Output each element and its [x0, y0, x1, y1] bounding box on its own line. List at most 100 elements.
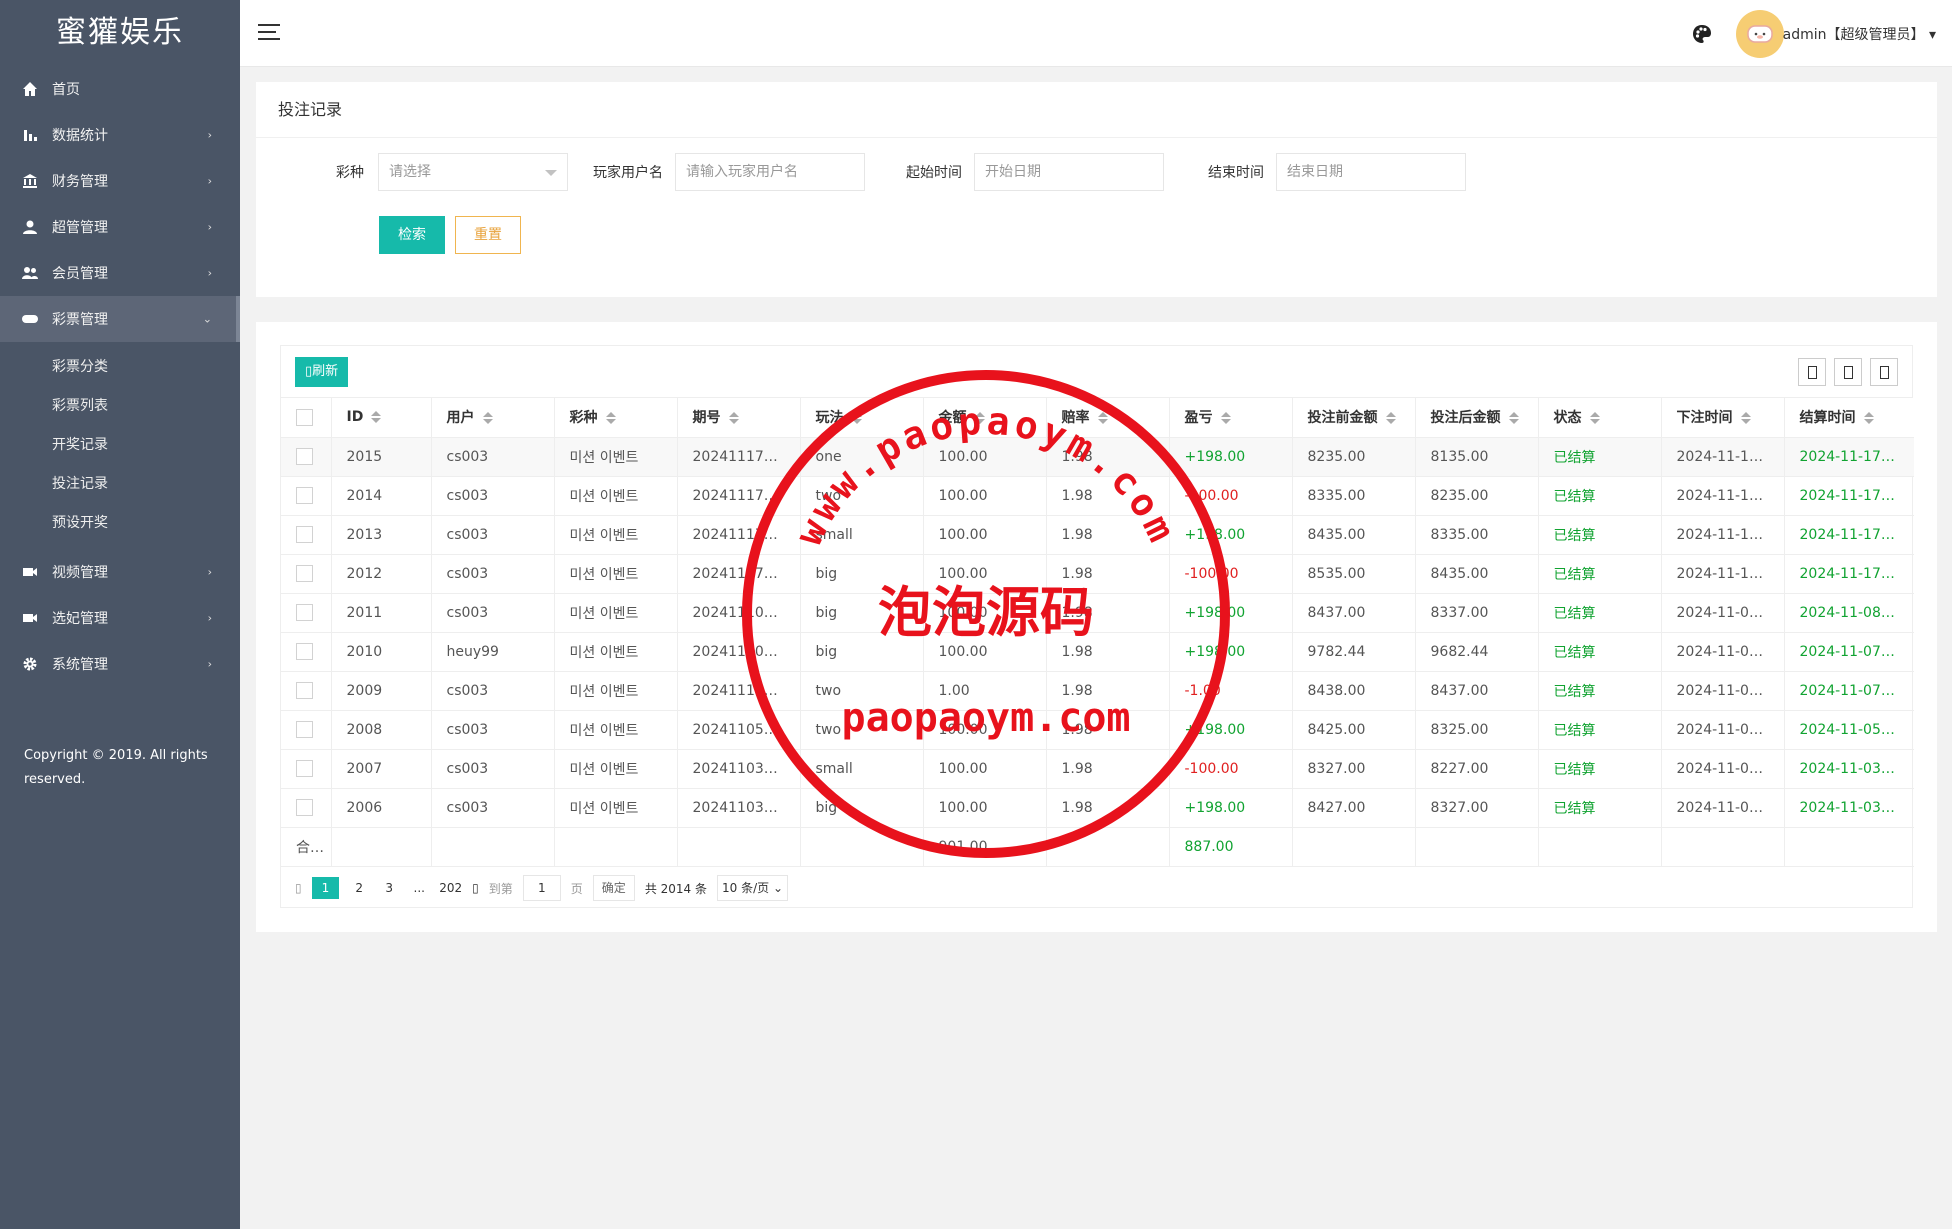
row-checkbox[interactable]: [296, 526, 313, 543]
export-icon[interactable]: [1834, 358, 1862, 386]
sort-icon[interactable]: [605, 412, 616, 425]
reset-button[interactable]: 重置: [455, 216, 521, 254]
username-input[interactable]: 请输入玩家用户名: [675, 153, 865, 191]
avatar[interactable]: [1736, 10, 1784, 58]
row-checkbox[interactable]: [296, 565, 313, 582]
cell-after: 8227.00: [1415, 749, 1539, 789]
chevron-right-icon: ›: [207, 657, 212, 671]
col-header-status[interactable]: 状态: [1538, 398, 1662, 438]
print-icon[interactable]: [1870, 358, 1898, 386]
col-header-settle-time[interactable]: 结算时间: [1784, 398, 1914, 438]
col-header-odds[interactable]: 赔率: [1046, 398, 1170, 438]
totals-empty-cell: [1292, 827, 1416, 867]
sidebar-item-admin[interactable]: 超管管理 ›: [0, 204, 240, 250]
user-menu[interactable]: admin【超级管理员】 ▾: [1783, 24, 1936, 44]
page-button[interactable]: 202: [439, 881, 462, 895]
sort-icon[interactable]: [1508, 412, 1519, 425]
palette-icon[interactable]: [1692, 24, 1712, 44]
cell-after: 8327.00: [1415, 788, 1539, 828]
cell-user: cs003: [431, 749, 555, 789]
sidebar-item-select[interactable]: 选妃管理 ›: [0, 595, 240, 641]
menu-toggle-icon[interactable]: [258, 24, 280, 42]
table-row[interactable]: 2013 cs003 미션 이벤트 202411173335 small 100.00 1.…: [281, 515, 1914, 555]
cell-lottery: 미션 이벤트: [554, 593, 678, 633]
col-header-lottery[interactable]: 彩种: [554, 398, 678, 438]
search-button[interactable]: 检索: [379, 216, 445, 254]
caret-down-icon: [545, 170, 557, 176]
sort-icon[interactable]: [1740, 412, 1751, 425]
col-header-before[interactable]: 投注前金额: [1292, 398, 1416, 438]
table-row[interactable]: 2011 cs003 미션 이벤트 20241110832... big 100.00 1.…: [281, 593, 1914, 633]
col-header-profit[interactable]: 盈亏: [1169, 398, 1293, 438]
cell-issue: 202411173335: [677, 554, 801, 594]
sort-icon[interactable]: [728, 412, 739, 425]
submenu-item-category[interactable]: 彩票分类: [0, 348, 240, 387]
row-checkbox[interactable]: [296, 760, 313, 777]
row-checkbox[interactable]: [296, 799, 313, 816]
table-row[interactable]: 2015 cs003 미션 이벤트 202411173335 one 100.00 1.98…: [281, 437, 1914, 477]
table-row[interactable]: 2010 heuy99 미션 이벤트 20241110733... big 100.00 1…: [281, 632, 1914, 672]
table-row[interactable]: 2008 cs003 미션 이벤트 202411050010 two 100.00 1.98…: [281, 710, 1914, 750]
col-header-amount[interactable]: 金额: [923, 398, 1047, 438]
sidebar-item-system[interactable]: 系统管理 ›: [0, 641, 240, 687]
submenu-item-draws[interactable]: 开奖记录: [0, 426, 240, 465]
row-checkbox[interactable]: [296, 487, 313, 504]
end-date-input[interactable]: 结束日期: [1276, 153, 1466, 191]
sort-icon[interactable]: [1097, 412, 1108, 425]
col-header-id[interactable]: ID: [331, 398, 432, 438]
submenu-item-list[interactable]: 彩票列表: [0, 387, 240, 426]
col-header-user[interactable]: 用户: [431, 398, 555, 438]
app-logo[interactable]: 蜜獾娱乐: [0, 0, 240, 66]
columns-filter-icon[interactable]: [1798, 358, 1826, 386]
col-header-bet-time[interactable]: 下注时间: [1661, 398, 1785, 438]
sidebar-item-label: 选妃管理: [52, 611, 108, 627]
row-checkbox[interactable]: [296, 682, 313, 699]
sort-icon[interactable]: [1220, 412, 1231, 425]
sidebar-item-members[interactable]: 会员管理 ›: [0, 250, 240, 296]
sort-icon[interactable]: [851, 412, 862, 425]
sort-icon[interactable]: [1863, 412, 1874, 425]
table-row[interactable]: 2009 cs003 미션 이벤트 20241110733... two 1.00 1.98…: [281, 671, 1914, 711]
page-button[interactable]: 2: [349, 881, 369, 895]
row-checkbox[interactable]: [296, 448, 313, 465]
cell-profit: +198.00: [1169, 593, 1293, 633]
page-button[interactable]: 3: [379, 881, 399, 895]
refresh-button[interactable]: ▯刷新: [295, 357, 349, 387]
totals-empty-cell: [554, 827, 678, 867]
sort-icon[interactable]: [482, 412, 493, 425]
prev-page-icon[interactable]: ▯: [295, 881, 302, 895]
page-size-select[interactable]: 10 条/页 ⌄: [716, 875, 788, 901]
cell-after: 8235.00: [1415, 476, 1539, 516]
sort-icon[interactable]: [1385, 412, 1396, 425]
sidebar-item-finance[interactable]: 财务管理 ›: [0, 158, 240, 204]
goto-page-input[interactable]: 1: [522, 875, 561, 901]
table-row[interactable]: 2007 cs003 미션 이벤트 2024110333... small 100.00 1…: [281, 749, 1914, 789]
goto-confirm-button[interactable]: 确定: [592, 875, 635, 901]
table-row[interactable]: 2006 cs003 미션 이벤트 2024110333... big 100.00 1.9…: [281, 788, 1914, 828]
cell-after: 8335.00: [1415, 515, 1539, 555]
row-checkbox[interactable]: [296, 721, 313, 738]
col-header-play[interactable]: 玩法: [800, 398, 924, 438]
lottery-select[interactable]: 请选择: [378, 153, 568, 191]
sidebar-item-home[interactable]: 首页: [0, 66, 240, 112]
sidebar-item-label: 财务管理: [52, 174, 108, 190]
sort-icon[interactable]: [371, 411, 382, 424]
sidebar-item-video[interactable]: 视频管理 ›: [0, 549, 240, 595]
select-all-checkbox[interactable]: [296, 408, 313, 426]
sort-icon[interactable]: [1589, 412, 1600, 425]
table-row[interactable]: 2012 cs003 미션 이벤트 202411173335 big 100.00 1.98…: [281, 554, 1914, 594]
sidebar-item-lottery[interactable]: 彩票管理 ⌄: [0, 296, 240, 342]
sort-icon[interactable]: [974, 412, 985, 425]
submenu-item-bets[interactable]: 投注记录: [0, 465, 240, 504]
row-checkbox[interactable]: [296, 643, 313, 660]
table-row[interactable]: 2014 cs003 미션 이벤트 202411173335 two 100.00 1.98…: [281, 476, 1914, 516]
cell-profit: +198.00: [1169, 710, 1293, 750]
col-header-issue[interactable]: 期号: [677, 398, 801, 438]
submenu-item-preset[interactable]: 预设开奖: [0, 504, 240, 543]
row-checkbox[interactable]: [296, 604, 313, 621]
col-header-after[interactable]: 投注后金额: [1415, 398, 1539, 438]
page-button-current[interactable]: 1: [311, 877, 340, 899]
start-date-input[interactable]: 开始日期: [974, 153, 1164, 191]
next-page-icon[interactable]: ▯: [472, 881, 479, 895]
sidebar-item-statistics[interactable]: 数据统计 ›: [0, 112, 240, 158]
